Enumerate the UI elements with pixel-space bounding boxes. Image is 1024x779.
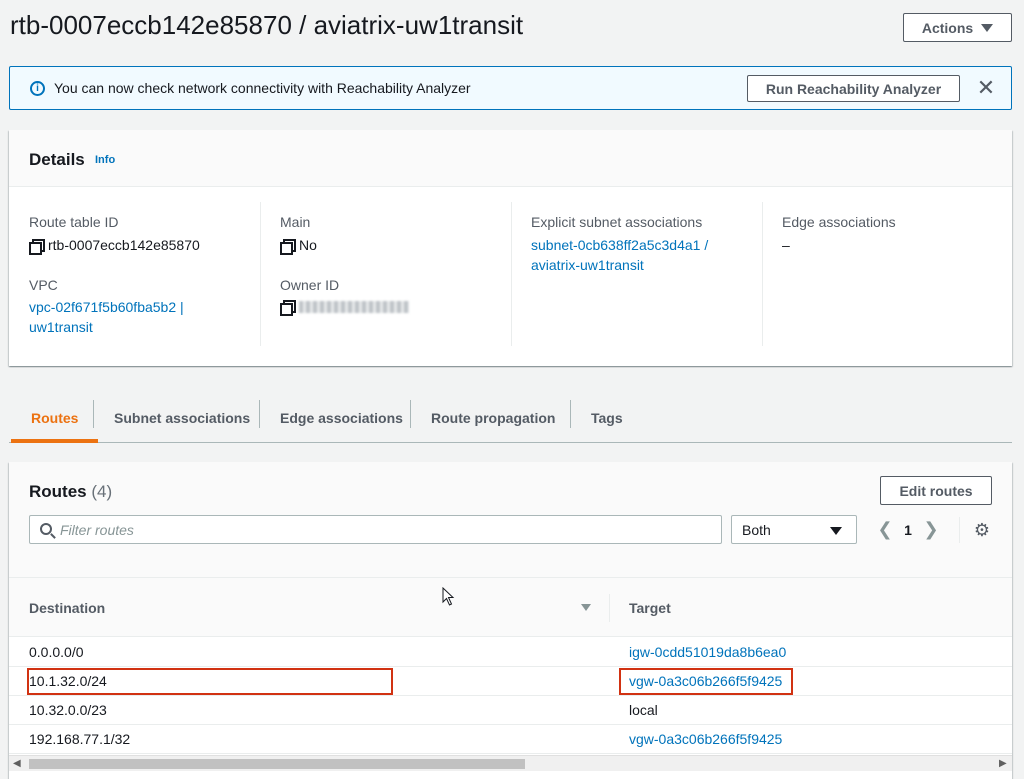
table-row: 10.32.0.0/23 local — [9, 696, 1012, 725]
redacted-owner-id — [299, 300, 409, 313]
details-panel: Details Info Route table ID rtb-0007eccb… — [9, 130, 1012, 366]
pagination: ❮ 1 ❯ — [871, 515, 945, 544]
owner-id-label: Owner ID — [280, 277, 340, 293]
column-destination[interactable]: Destination — [29, 600, 105, 616]
scrollbar-thumb[interactable] — [29, 759, 525, 769]
table-row: 0.0.0.0/0 igw-0cdd51019da8b6ea0 — [9, 638, 1012, 667]
routes-header: Routes (4) Edit routes Both ❮ 1 ❯ ⚙ — [9, 462, 1012, 577]
copy-icon[interactable] — [280, 300, 296, 316]
edge-associations-value: – — [782, 237, 790, 253]
caret-down-icon — [830, 527, 842, 535]
tab-routes[interactable]: Routes — [11, 394, 99, 443]
actions-button[interactable]: Actions — [903, 13, 1012, 42]
route-target: local — [629, 702, 658, 718]
table-row: 10.1.32.0/24 vgw-0a3c06b266f5f9425 — [9, 667, 1012, 696]
tab-tags[interactable]: Tags — [571, 394, 643, 442]
run-reachability-analyzer-button[interactable]: Run Reachability Analyzer — [747, 75, 960, 102]
search-icon — [40, 523, 52, 535]
details-header: Details Info — [9, 130, 1012, 187]
route-type-selected: Both — [742, 522, 771, 538]
mouse-pointer-icon — [442, 587, 455, 606]
tab-edge-associations[interactable]: Edge associations — [260, 394, 423, 442]
edge-associations-label: Edge associations — [782, 214, 896, 230]
info-circle-icon: i — [30, 81, 45, 96]
route-type-select[interactable]: Both — [731, 515, 857, 544]
chevron-left-icon[interactable]: ❮ — [871, 515, 899, 544]
column-target[interactable]: Target — [629, 600, 671, 616]
tab-bar: Routes Subnet associations Edge associat… — [9, 394, 1012, 443]
details-col-1: Route table ID rtb-0007eccb142e85870 VPC… — [29, 202, 259, 346]
main-value: No — [280, 237, 317, 255]
details-col-4: Edge associations – — [782, 202, 992, 346]
route-destination: 10.32.0.0/23 — [29, 702, 107, 718]
filter-routes-field[interactable] — [29, 515, 722, 544]
route-destination: 0.0.0.0/0 — [29, 644, 84, 660]
edit-routes-button[interactable]: Edit routes — [880, 476, 992, 505]
actions-label: Actions — [921, 19, 974, 36]
scroll-right-arrow-icon[interactable]: ▶ — [999, 759, 1007, 769]
horizontal-scrollbar[interactable]: ◀ ▶ — [9, 755, 1012, 771]
owner-id-value — [280, 300, 409, 316]
chevron-right-icon[interactable]: ❯ — [917, 515, 945, 544]
info-link[interactable]: Info — [95, 154, 115, 166]
route-table-id-label: Route table ID — [29, 214, 119, 230]
details-divider — [511, 202, 512, 346]
vpc-link[interactable]: vpc-02f671f5b60fba5b2 | uw1transit — [29, 297, 184, 337]
route-target-link[interactable]: igw-0cdd51019da8b6ea0 — [629, 644, 786, 660]
route-target-link[interactable]: vgw-0a3c06b266f5f9425 — [629, 673, 782, 689]
close-icon[interactable]: ✕ — [975, 76, 997, 100]
routes-count: (4) — [91, 482, 113, 501]
gear-icon[interactable]: ⚙ — [973, 521, 991, 539]
scroll-left-arrow-icon[interactable]: ◀ — [13, 759, 21, 769]
caret-down-icon — [981, 23, 994, 32]
main-label: Main — [280, 214, 311, 230]
reachability-flash: i You can now check network connectivity… — [9, 66, 1012, 110]
explicit-subnet-link[interactable]: subnet-0cb638ff2a5c3d4a1 / aviatrix-uw1t… — [531, 235, 708, 275]
details-col-2: Main No Owner ID — [280, 202, 510, 346]
tab-subnet-associations[interactable]: Subnet associations — [94, 394, 270, 442]
explicit-subnet-label: Explicit subnet associations — [531, 214, 703, 230]
copy-icon[interactable] — [280, 238, 296, 255]
details-col-3: Explicit subnet associations subnet-0cb6… — [531, 202, 761, 346]
filter-routes-input[interactable] — [60, 520, 710, 540]
table-row: 192.168.77.1/32 vgw-0a3c06b266f5f9425 — [9, 725, 1012, 754]
sort-down-icon[interactable] — [581, 604, 591, 611]
copy-icon[interactable] — [29, 238, 45, 255]
route-target-link[interactable]: vgw-0a3c06b266f5f9425 — [629, 731, 782, 747]
route-table-id-value: rtb-0007eccb142e85870 — [29, 237, 200, 255]
page-title: rtb-0007eccb142e85870 / aviatrix-uw1tran… — [10, 10, 524, 40]
route-destination: 192.168.77.1/32 — [29, 731, 131, 747]
details-divider — [260, 202, 261, 346]
tab-route-propagation[interactable]: Route propagation — [411, 394, 575, 442]
column-divider[interactable] — [609, 594, 610, 622]
table-header: Destination Target — [9, 577, 1012, 637]
details-divider — [762, 202, 763, 346]
routes-title: Routes (4) — [29, 482, 113, 501]
flash-message: You can now check network connectivity w… — [54, 80, 471, 96]
routes-panel: Routes (4) Edit routes Both ❮ 1 ❯ ⚙ Dest… — [9, 462, 1012, 779]
route-destination: 10.1.32.0/24 — [29, 673, 107, 689]
page-number[interactable]: 1 — [899, 522, 917, 538]
pagination-divider — [959, 517, 960, 543]
vpc-label: VPC — [29, 277, 58, 293]
details-title: Details — [29, 150, 85, 169]
